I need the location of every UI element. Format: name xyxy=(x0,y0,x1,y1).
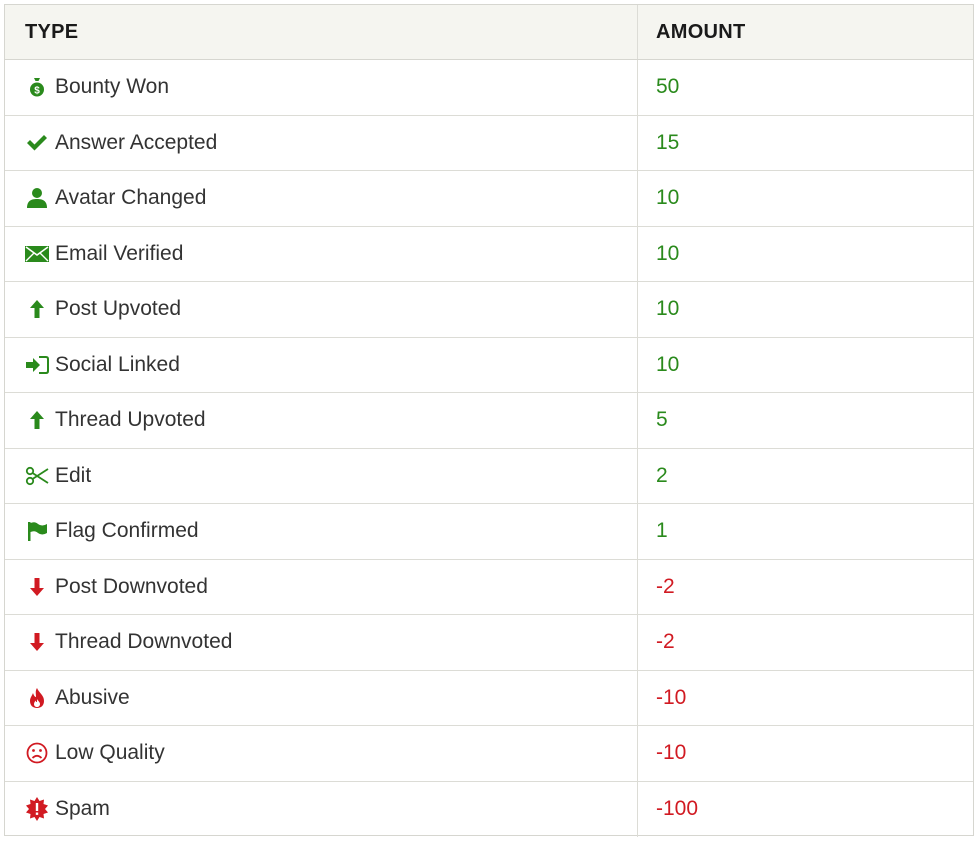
amount-cell: -2 xyxy=(638,560,973,615)
type-cell: Abusive xyxy=(5,670,638,725)
type-label: Flag Confirmed xyxy=(55,519,199,543)
type-cell: Email Verified xyxy=(5,226,638,281)
arrow-up-icon xyxy=(25,297,49,321)
column-header-amount: AMOUNT xyxy=(656,20,746,43)
amount-value: 5 xyxy=(656,408,668,432)
amount-cell: 50 xyxy=(638,60,973,115)
amount-value: 10 xyxy=(656,241,680,265)
money-bag-icon: $ xyxy=(25,75,49,99)
type-cell: Avatar Changed xyxy=(5,171,638,226)
amount-cell: -100 xyxy=(638,782,973,838)
amount-value: 10 xyxy=(656,186,680,210)
type-label: Edit xyxy=(55,463,92,487)
arrow-down-icon xyxy=(25,630,49,654)
user-icon xyxy=(25,186,49,210)
table-row: Edit 2 xyxy=(5,448,973,504)
spam-burst-icon xyxy=(25,797,49,822)
type-label: Low Quality xyxy=(55,741,165,765)
amount-cell: -2 xyxy=(638,615,973,670)
table-body: $ Bounty Won 50 Answer Accepted 15 Avatar Cha… xyxy=(5,60,973,837)
table-row: Thread Upvoted 5 xyxy=(5,393,973,449)
amount-value: 10 xyxy=(656,352,680,376)
type-cell: Flag Confirmed xyxy=(5,504,638,559)
type-cell: Low Quality xyxy=(5,726,638,781)
type-label: Bounty Won xyxy=(55,75,170,99)
amount-value: 1 xyxy=(656,519,668,543)
type-label: Post Downvoted xyxy=(55,574,208,598)
amount-cell: 10 xyxy=(638,227,973,282)
type-label: Abusive xyxy=(55,685,130,709)
table-row: Post Upvoted 10 xyxy=(5,282,973,338)
amount-value: 2 xyxy=(656,463,668,487)
table-row: Low Quality -10 xyxy=(5,726,973,782)
amount-value: -100 xyxy=(656,797,699,821)
amount-value: 10 xyxy=(656,297,680,321)
type-cell: Thread Upvoted xyxy=(5,393,638,448)
table-row: Social Linked 10 xyxy=(5,337,973,393)
type-cell: Post Upvoted xyxy=(5,282,638,337)
amount-cell: 2 xyxy=(638,449,973,504)
amount-cell: 15 xyxy=(638,116,973,171)
amount-cell: -10 xyxy=(638,671,973,726)
type-label: Social Linked xyxy=(55,352,180,376)
amount-value: -10 xyxy=(656,685,687,709)
type-label: Avatar Changed xyxy=(55,186,207,210)
table-row: Thread Downvoted -2 xyxy=(5,615,973,671)
table-row: Answer Accepted 15 xyxy=(5,115,973,171)
type-cell: $ Bounty Won xyxy=(5,60,638,115)
amount-value: 50 xyxy=(656,75,680,99)
checkmark-icon xyxy=(25,131,49,155)
table-row: Email Verified 10 xyxy=(5,226,973,282)
amount-cell: 5 xyxy=(638,393,973,448)
svg-text:$: $ xyxy=(34,86,40,97)
table-row: Flag Confirmed 1 xyxy=(5,504,973,560)
type-label: Email Verified xyxy=(55,241,184,265)
type-cell: Spam xyxy=(5,781,638,837)
table-row: Avatar Changed 10 xyxy=(5,171,973,227)
amount-value: -10 xyxy=(656,741,687,765)
type-label: Spam xyxy=(55,797,110,821)
sign-in-icon xyxy=(25,353,49,377)
type-label: Thread Downvoted xyxy=(55,630,233,654)
amount-value: 15 xyxy=(656,130,680,154)
table-header: TYPE AMOUNT xyxy=(5,5,973,60)
reputation-table: TYPE AMOUNT $ Bounty Won 50 Answer Accepted… xyxy=(4,4,974,837)
type-label: Answer Accepted xyxy=(55,130,218,154)
type-cell: Edit xyxy=(5,448,638,503)
type-cell: Post Downvoted xyxy=(5,559,638,614)
table-row: $ Bounty Won 50 xyxy=(5,60,973,116)
column-header-type: TYPE xyxy=(5,5,638,59)
amount-value: -2 xyxy=(656,630,675,654)
type-cell: Social Linked xyxy=(5,337,638,392)
amount-cell: 1 xyxy=(638,504,973,559)
type-label: Post Upvoted xyxy=(55,297,182,321)
table-row: Post Downvoted -2 xyxy=(5,559,973,615)
amount-cell: 10 xyxy=(638,338,973,393)
scissors-icon xyxy=(25,464,49,488)
type-label: Thread Upvoted xyxy=(55,408,206,432)
amount-value: -2 xyxy=(656,574,675,598)
fire-icon xyxy=(25,686,49,710)
type-cell: Thread Downvoted xyxy=(5,615,638,670)
table-row: Spam -100 xyxy=(5,781,973,838)
envelope-icon xyxy=(25,242,49,266)
frown-icon xyxy=(25,741,49,765)
arrow-up-icon xyxy=(25,408,49,432)
flag-icon xyxy=(25,519,49,543)
table-row: Abusive -10 xyxy=(5,670,973,726)
arrow-down-icon xyxy=(25,575,49,599)
amount-cell: -10 xyxy=(638,726,973,781)
amount-cell: 10 xyxy=(638,171,973,226)
amount-cell: 10 xyxy=(638,282,973,337)
type-cell: Answer Accepted xyxy=(5,115,638,170)
